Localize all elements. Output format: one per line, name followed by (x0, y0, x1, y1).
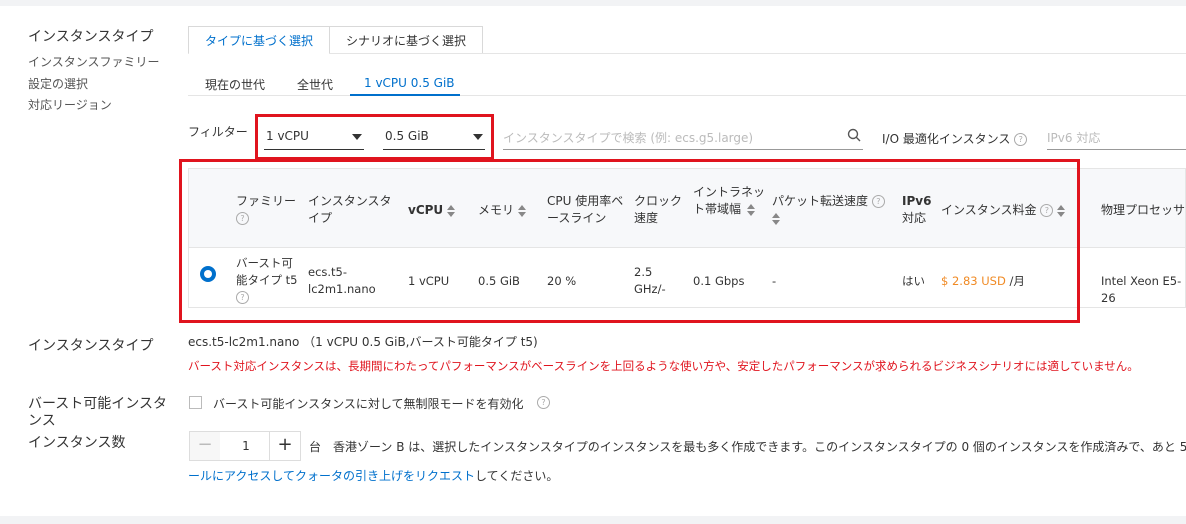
cell-packet-rate: - (772, 274, 777, 288)
decrement-button[interactable]: − (190, 432, 220, 460)
selected-instance-summary: ecs.t5-lc2m1.nano （1 vCPU 0.5 GiB,バースト可能… (188, 335, 538, 349)
col-ipv6-sub: 対応 (902, 211, 927, 225)
vcpu-select[interactable]: 1 vCPU (264, 120, 364, 150)
col-family: ファミリー ? (236, 193, 296, 227)
col-cpu-baseline: CPU 使用率ベースライン (547, 194, 624, 225)
col-vcpu[interactable]: vCPU (408, 202, 456, 219)
quota-increase-link[interactable]: ールにアクセスしてクォータの引き上げをリクエスト (188, 469, 475, 483)
cell-vcpu: 1 vCPU (408, 274, 450, 288)
chevron-down-icon (352, 134, 362, 140)
instance-family-selection-label-2: 設定の選択 (28, 77, 89, 91)
cell-ipv6: はい (902, 274, 925, 288)
instance-count-label: インスタンス数 (28, 435, 126, 451)
sort-icon[interactable] (1057, 204, 1066, 217)
tab-current-generation[interactable]: 現在の世代 (205, 76, 265, 93)
cell-family-text: バースト可能タイプ t5 (236, 256, 298, 287)
io-optimized-label: I/O 最適化インスタンス ? (882, 130, 1028, 147)
selected-instance-type-label: インスタンスタイプ (28, 338, 154, 354)
sort-icon[interactable] (772, 212, 780, 225)
cell-memory: 0.5 GiB (478, 274, 520, 288)
sort-icon[interactable] (518, 204, 527, 217)
ipv6-filter-placeholder: IPv6 対応 (1047, 131, 1101, 145)
instance-family-selection-label: インスタンスファミリー (28, 55, 160, 69)
chevron-down-icon (473, 134, 483, 140)
io-optimized-text: I/O 最適化インスタンス (882, 132, 1011, 146)
col-memory-label: メモリ (478, 203, 515, 217)
tab-select-by-scenario[interactable]: シナリオに基づく選択 (330, 26, 483, 54)
burst-warning: バースト対応インスタンスは、長期間にわたってパフォーマンスがベースラインを上回る… (188, 359, 1139, 373)
ipv6-filter-select[interactable]: IPv6 対応 (1047, 120, 1186, 150)
search-icon[interactable] (847, 128, 861, 142)
tab-1vcpu-05gib[interactable]: 1 vCPU 0.5 GiB (364, 76, 455, 90)
price-value: $ 2.83 USD (941, 274, 1006, 288)
filter-label: フィルター (188, 125, 248, 139)
cell-processor: Intel Xeon E5-26 (1101, 274, 1182, 305)
col-vcpu-label: vCPU (408, 203, 444, 217)
col-instance-type: インスタンスタイプ (308, 194, 392, 225)
cell-intranet-bandwidth: 0.1 Gbps (693, 274, 745, 288)
tab-select-by-type[interactable]: タイプに基づく選択 (188, 26, 330, 54)
help-icon[interactable]: ? (871, 195, 885, 208)
quota-increase-text: ールにアクセスしてクォータの引き上げをリクエストしてください。 (188, 467, 558, 484)
col-packet-rate-label: パケット転送速度 (772, 194, 869, 208)
col-intranet-bandwidth[interactable]: イントラネット帯域幅 (693, 184, 765, 218)
quantity-stepper: − 1 + (189, 431, 301, 461)
memory-select[interactable]: 0.5 GiB (383, 120, 485, 150)
cell-cpu-baseline: 20 % (547, 274, 577, 288)
help-icon[interactable]: ? (236, 212, 249, 225)
cell-price: $ 2.83 USD /月 (941, 273, 1025, 290)
col-price[interactable]: インスタンス料金 ? (941, 202, 1066, 219)
col-ipv6-label: IPv6 (902, 194, 932, 208)
instance-config-panel: インスタンスタイプ インスタンスファミリー 設定の選択 対応リージョン タイプに… (0, 6, 1186, 516)
help-icon[interactable]: ? (1040, 204, 1054, 217)
unlimited-mode-label[interactable]: バースト可能インスタンスに対して無制限モードを有効化 (213, 395, 524, 412)
active-generation-indicator (350, 94, 460, 96)
instance-search-input[interactable]: インスタンスタイプで検索 (例: ecs.g5.large) (503, 120, 863, 150)
increment-button[interactable]: + (269, 432, 300, 460)
help-icon[interactable]: ? (1014, 133, 1028, 146)
sort-icon[interactable] (447, 204, 456, 217)
col-price-label: インスタンス料金 (941, 203, 1037, 217)
price-unit: /月 (1009, 274, 1025, 288)
col-clock-speed: クロック速度 (634, 194, 683, 225)
quantity-input[interactable]: 1 (221, 432, 271, 460)
col-family-label: ファミリー (236, 194, 297, 208)
cell-family: バースト可能タイプ t5 ? (236, 255, 302, 306)
memory-select-value: 0.5 GiB (385, 129, 429, 143)
tab-all-generations[interactable]: 全世代 (297, 76, 333, 93)
tab-underline (188, 53, 1186, 54)
cell-instance-type: ecs.t5-lc2m1.nano (308, 265, 376, 296)
active-tab-gap (189, 52, 329, 54)
sort-icon[interactable] (746, 203, 755, 216)
row-radio-selected[interactable] (200, 266, 216, 282)
col-packet-rate[interactable]: パケット転送速度 ? (772, 193, 885, 227)
unlimited-mode-checkbox[interactable] (189, 396, 202, 409)
quota-increase-suffix: してください。 (475, 469, 559, 483)
burstable-instance-label: バースト可能インスタンス (28, 396, 168, 429)
instance-type-section-label: インスタンスタイプ (28, 29, 154, 45)
col-processor: 物理プロセッサ (1101, 203, 1186, 217)
supported-region-link[interactable]: 対応リージョン (28, 96, 112, 113)
col-memory[interactable]: メモリ (478, 202, 527, 219)
help-icon[interactable]: ? (537, 396, 550, 409)
vcpu-select-value: 1 vCPU (266, 129, 309, 143)
radio-dot (204, 270, 212, 278)
cell-clock-speed: 2.5 GHz/- (634, 265, 666, 296)
instance-count-note: 台 香港ゾーン B は、選択したインスタンスタイプのインスタンスを最も多く作成で… (309, 440, 1186, 454)
help-icon[interactable]: ? (236, 291, 249, 304)
generation-divider (188, 95, 1186, 96)
col-ipv6: IPv6 対応 (902, 193, 931, 227)
search-placeholder: インスタンスタイプで検索 (例: ecs.g5.large) (503, 131, 754, 145)
